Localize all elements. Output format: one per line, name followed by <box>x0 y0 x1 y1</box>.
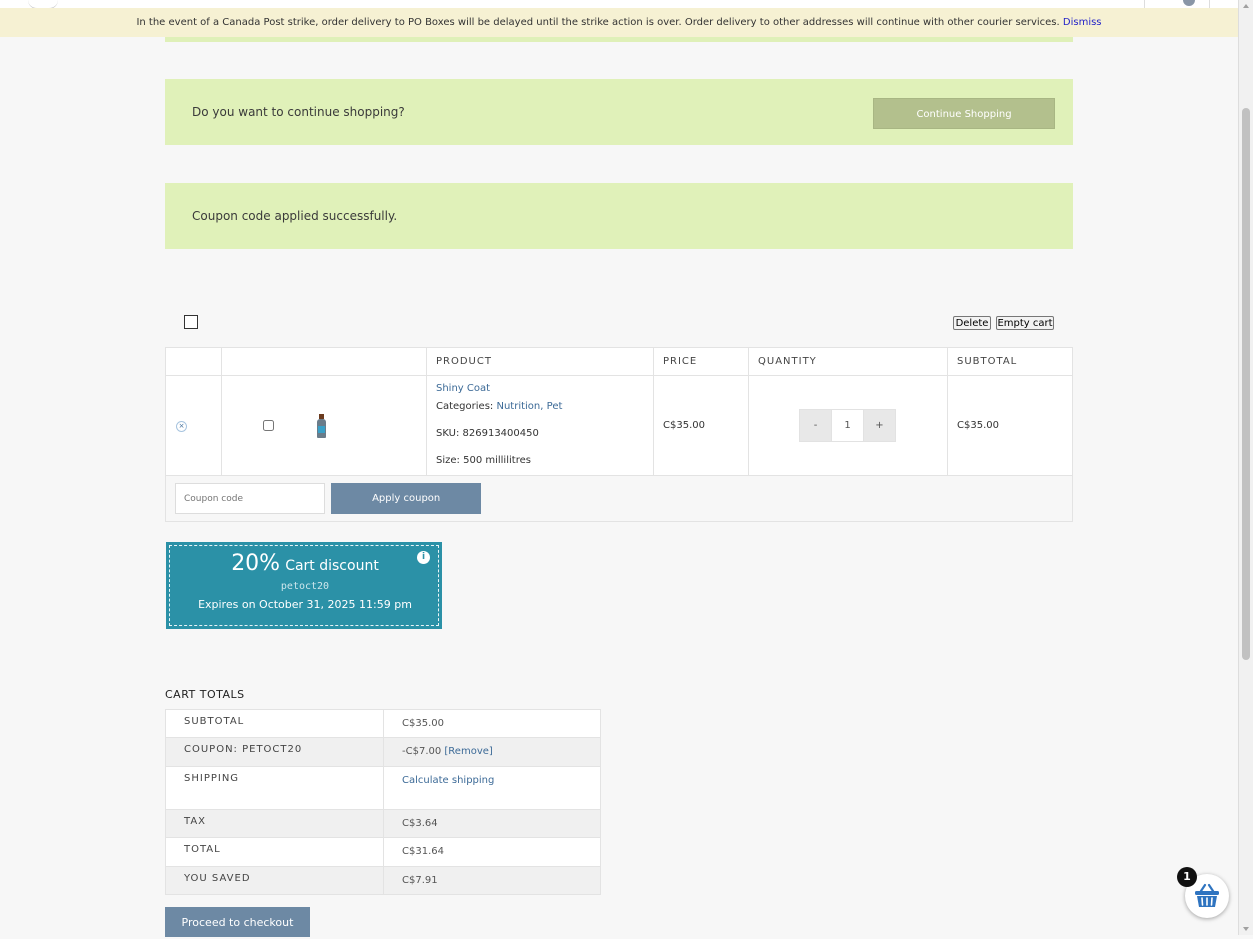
size-label: Size: <box>436 454 460 466</box>
product-column-header: PRODUCT <box>426 347 654 376</box>
store-notice: In the event of a Canada Post strike, or… <box>0 8 1238 37</box>
quantity-stepper: - 1 + <box>799 409 896 442</box>
select-all-checkbox[interactable] <box>184 315 198 329</box>
coupon-amount: 20% <box>231 551 281 576</box>
coupon-expiry: Expires on October 31, 2025 11:59 pm <box>198 598 412 611</box>
totals-row-total: TOTAL C$31.64 <box>165 837 601 867</box>
totals-value-cell: -C$7.00 [Remove] <box>383 737 601 767</box>
delete-button[interactable]: Delete <box>953 316 991 330</box>
product-sku: SKU: 826913400450 <box>436 427 539 439</box>
totals-label: YOU SAVED <box>165 866 384 895</box>
quantity-input[interactable]: 1 <box>831 410 864 441</box>
totals-label: SHIPPING <box>165 766 384 810</box>
coupon-cell: Apply coupon <box>165 475 1073 522</box>
coupon-type-label: Cart discount <box>285 558 379 574</box>
totals-value: C$35.00 <box>383 709 601 738</box>
totals-row-coupon: COUPON: PETOCT20 -C$7.00 [Remove] <box>165 737 601 767</box>
scroll-down-icon[interactable] <box>1243 927 1249 931</box>
product-thumbnail[interactable] <box>317 413 327 438</box>
thumbnail-cell <box>221 375 427 476</box>
item-select-checkbox[interactable] <box>263 420 274 431</box>
cart-table-header: PRODUCT PRICE QUANTITY SUBTOTAL <box>165 347 1073 376</box>
thumbnail-column-header <box>221 347 427 376</box>
coupon-card[interactable]: 20% Cart discount petoct20 Expires on Oc… <box>166 542 442 629</box>
totals-value: C$31.64 <box>383 837 601 867</box>
page-scrollbar[interactable] <box>1238 0 1253 935</box>
header-divider <box>1209 0 1210 8</box>
totals-value: C$7.91 <box>383 866 601 895</box>
totals-row-tax: TAX C$3.64 <box>165 809 601 838</box>
notice-box-edge <box>165 37 1073 42</box>
totals-label: SUBTOTAL <box>165 709 384 738</box>
coupon-row: Apply coupon <box>165 475 1073 522</box>
totals-row-shipping: SHIPPING Calculate shipping <box>165 766 601 810</box>
remove-coupon-link[interactable]: [Remove] <box>444 746 492 757</box>
cart-totals-title: CART TOTALS <box>165 688 245 701</box>
cart-totals-table: SUBTOTAL C$35.00 COUPON: PETOCT20 -C$7.0… <box>165 709 601 895</box>
calculate-shipping-link[interactable]: Calculate shipping <box>402 775 494 786</box>
continue-shopping-notice: Do you want to continue shopping? Contin… <box>165 79 1073 145</box>
account-icon[interactable] <box>1183 0 1195 6</box>
category-separator: , <box>540 400 544 412</box>
totals-row-saved: YOU SAVED C$7.91 <box>165 866 601 895</box>
site-header-peek <box>0 0 1238 9</box>
coupon-success-message: Coupon code applied successfully. <box>192 209 398 223</box>
empty-cart-button[interactable]: Empty cart <box>996 316 1054 330</box>
price-column-header: PRICE <box>653 347 749 376</box>
apply-coupon-button[interactable]: Apply coupon <box>331 483 482 514</box>
continue-shopping-button[interactable]: Continue Shopping <box>873 98 1055 129</box>
coupon-card-title: 20% Cart discount <box>170 551 440 576</box>
quantity-increase-button[interactable]: + <box>864 410 895 441</box>
header-divider <box>1144 0 1145 8</box>
totals-value-cell: Calculate shipping <box>383 766 601 810</box>
category-link-nutrition[interactable]: Nutrition <box>496 401 540 412</box>
dismiss-link[interactable]: Dismiss <box>1063 17 1102 28</box>
size-value: 500 millilitres <box>463 454 531 466</box>
continue-shopping-message: Do you want to continue shopping? <box>192 105 405 119</box>
table-row: × Shiny Coat Categories: Nutrition, Pet … <box>165 375 1073 476</box>
totals-row-subtotal: SUBTOTAL C$35.00 <box>165 709 601 738</box>
cart-count-badge: 1 <box>1177 867 1197 887</box>
quantity-column-header: QUANTITY <box>748 347 948 376</box>
coupon-code-input[interactable] <box>175 483 325 514</box>
subtotal-cell: C$35.00 <box>947 375 1073 476</box>
remove-cell: × <box>165 375 222 476</box>
proceed-to-checkout-button[interactable]: Proceed to checkout <box>165 907 310 937</box>
scroll-up-icon[interactable] <box>1243 4 1249 8</box>
categories-label: Categories: <box>436 400 494 412</box>
coupon-discount-value: -C$7.00 <box>402 746 442 757</box>
remove-column-header <box>165 347 222 376</box>
store-notice-text: In the event of a Canada Post strike, or… <box>136 17 1060 28</box>
totals-label: COUPON: PETOCT20 <box>165 737 384 767</box>
quantity-cell: - 1 + <box>748 375 948 476</box>
remove-item-icon[interactable]: × <box>176 420 187 432</box>
price-cell: C$35.00 <box>653 375 749 476</box>
category-link-pet[interactable]: Pet <box>547 401 563 412</box>
product-name-link[interactable]: Shiny Coat <box>436 383 490 394</box>
product-cell: Shiny Coat Categories: Nutrition, Pet SK… <box>426 375 654 476</box>
totals-label: TOTAL <box>165 837 384 867</box>
coupon-code: petoct20 <box>280 581 330 592</box>
coupon-card-border: 20% Cart discount petoct20 Expires on Oc… <box>169 545 439 626</box>
cart-table: PRODUCT PRICE QUANTITY SUBTOTAL × Shiny … <box>165 347 1073 522</box>
scrollbar-thumb[interactable] <box>1242 108 1250 660</box>
info-icon[interactable]: i <box>417 551 430 564</box>
subtotal-column-header: SUBTOTAL <box>947 347 1073 376</box>
quantity-decrease-button[interactable]: - <box>800 410 831 441</box>
totals-label: TAX <box>165 809 384 838</box>
totals-value: C$3.64 <box>383 809 601 838</box>
coupon-success-notice: Coupon code applied successfully. <box>165 183 1073 249</box>
